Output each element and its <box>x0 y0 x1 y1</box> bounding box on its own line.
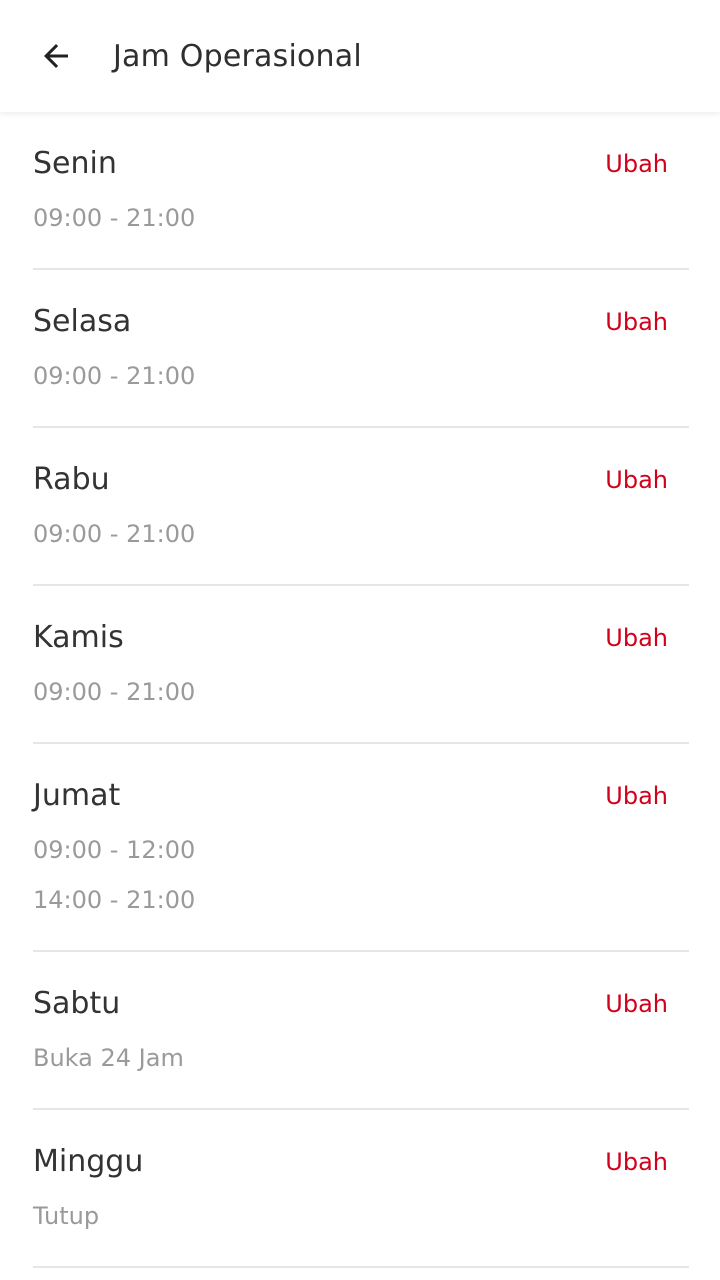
hours-range: 09:00 - 12:00 <box>33 836 196 864</box>
back-button[interactable] <box>28 28 84 84</box>
app-bar: Jam Operasional <box>0 0 720 112</box>
day-name: Kamis <box>33 620 124 655</box>
day-row-jumat: Jumat Ubah 09:00 - 12:00 14:00 - 21:00 <box>33 744 689 952</box>
edit-kamis-button[interactable]: Ubah <box>605 622 668 654</box>
day-row-sabtu: Sabtu Ubah Buka 24 Jam <box>33 952 689 1110</box>
day-name: Rabu <box>33 462 110 497</box>
edit-jumat-button[interactable]: Ubah <box>605 780 668 812</box>
day-name: Minggu <box>33 1144 144 1179</box>
day-row-senin: Senin Ubah 09:00 - 21:00 <box>33 112 689 270</box>
hours-status: Tutup <box>33 1202 100 1230</box>
day-name: Senin <box>33 146 117 181</box>
day-name: Jumat <box>33 778 121 813</box>
day-row-selasa: Selasa Ubah 09:00 - 21:00 <box>33 270 689 428</box>
hours-range: 14:00 - 21:00 <box>33 886 196 914</box>
day-row-kamis: Kamis Ubah 09:00 - 21:00 <box>33 586 689 744</box>
edit-senin-button[interactable]: Ubah <box>605 148 668 180</box>
hours-status: Buka 24 Jam <box>33 1044 184 1072</box>
hours-range: 09:00 - 21:00 <box>33 362 196 390</box>
hours-range: 09:00 - 21:00 <box>33 520 196 548</box>
edit-sabtu-button[interactable]: Ubah <box>605 988 668 1020</box>
day-name: Selasa <box>33 304 132 339</box>
hours-range: 09:00 - 21:00 <box>33 678 196 706</box>
day-row-rabu: Rabu Ubah 09:00 - 21:00 <box>33 428 689 586</box>
edit-selasa-button[interactable]: Ubah <box>605 306 668 338</box>
hours-range: 09:00 - 21:00 <box>33 204 196 232</box>
edit-rabu-button[interactable]: Ubah <box>605 464 668 496</box>
page-title: Jam Operasional <box>113 39 362 74</box>
operating-hours-list: Senin Ubah 09:00 - 21:00 Selasa Ubah 09:… <box>0 112 720 1268</box>
day-row-minggu: Minggu Ubah Tutup <box>33 1110 689 1268</box>
day-name: Sabtu <box>33 986 121 1021</box>
arrow-back-icon <box>44 44 68 68</box>
edit-minggu-button[interactable]: Ubah <box>605 1146 668 1178</box>
